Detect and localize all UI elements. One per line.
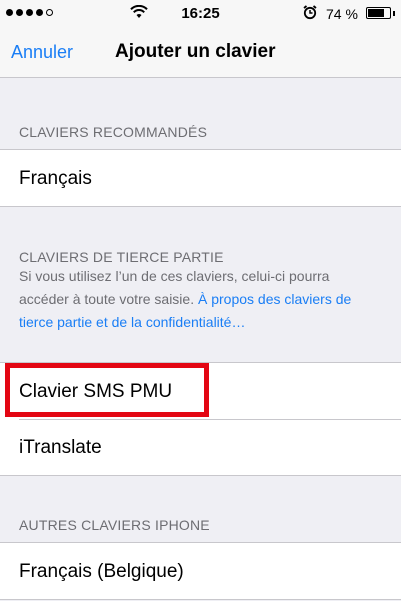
keyboard-label: iTranslate: [19, 437, 102, 458]
keyboard-label: Français (Belgique): [19, 561, 184, 582]
other-keyboards-list: Français (Belgique): [0, 542, 401, 600]
alarm-clock-icon: [303, 5, 317, 20]
battery-icon: [366, 7, 395, 19]
list-item-keyboard[interactable]: iTranslate: [0, 419, 401, 475]
keyboard-label: Français: [19, 168, 92, 189]
recommended-keyboards-list: Français: [0, 149, 401, 207]
battery-level-fill: [368, 9, 384, 17]
navigation-bar: Annuler Ajouter un clavier: [0, 28, 401, 78]
third-party-explanation: Si vous utilisez l’un de ces claviers, c…: [19, 265, 379, 334]
section-header-other: AUTRES CLAVIERS IPHONE: [19, 517, 210, 533]
battery-percentage: 74 %: [326, 6, 358, 22]
section-header-recommended: CLAVIERS RECOMMANDÉS: [19, 124, 208, 140]
section-header-third-party: CLAVIERS DE TIERCE PARTIE: [19, 249, 224, 265]
page-title: Ajouter un clavier: [115, 41, 276, 62]
list-item-keyboard[interactable]: Français: [0, 150, 401, 206]
highlight-annotation: [5, 363, 209, 417]
status-bar: 16:25 74 %: [0, 0, 401, 28]
list-item-keyboard[interactable]: Français (Belgique): [0, 543, 401, 599]
cancel-button[interactable]: Annuler: [11, 42, 73, 63]
